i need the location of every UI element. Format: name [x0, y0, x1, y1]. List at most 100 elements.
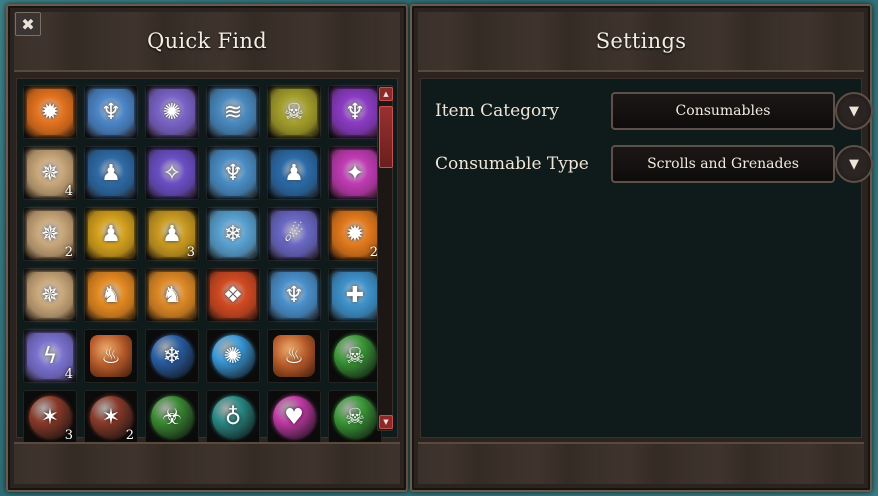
item-glyph: ♟	[101, 221, 121, 247]
item-slot[interactable]: ✹	[23, 85, 77, 139]
settings-footer	[418, 442, 864, 484]
item-slot[interactable]: ♆	[267, 268, 321, 322]
item-glyph: ♟	[284, 160, 304, 186]
close-icon: ✖	[21, 14, 35, 34]
item-glyph: ✵	[40, 160, 60, 186]
item-slot[interactable]: ❄	[206, 207, 260, 261]
item-glyph: ✺	[223, 343, 243, 369]
item-slot[interactable]: ✵ 2	[23, 207, 77, 261]
item-slot[interactable]: ✵ 4	[23, 146, 77, 200]
consumable-type-value: Scrolls and Grenades	[647, 156, 799, 172]
item-slot[interactable]: ✵	[23, 268, 77, 322]
item-slot[interactable]: ♨	[84, 329, 138, 383]
item-slot[interactable]: ♟	[84, 207, 138, 261]
settings-title: Settings	[595, 29, 687, 53]
item-slot[interactable]: ✚	[328, 268, 382, 322]
item-count: 2	[64, 245, 73, 260]
item-glyph: ✦	[345, 160, 365, 186]
item-slot[interactable]: ✺	[145, 85, 199, 139]
item-slot[interactable]: ♞	[84, 268, 138, 322]
item-slot[interactable]: ✶ 2	[84, 390, 138, 444]
item-slot[interactable]: ❖	[206, 268, 260, 322]
item-glyph: ❄	[223, 221, 243, 247]
item-slot[interactable]: ♟	[267, 146, 321, 200]
item-grid: ✹ ♆ ✺ ≋ ☠ ♆ ✵ 4 ♟ ✧ ♆ ♟ ✦ ✵ 2 ♟ ♟ 3 ❄ ☄ ✹ 2 ✵ ♞ ♞ ❖ ♆ ✚ ϟ 4 ♨ ❄ ✺ ♨ ☠ ✶ 3 ✶ 2 ☣…	[23, 85, 382, 444]
item-glyph: ♟	[162, 221, 182, 247]
item-slot[interactable]: ≋	[206, 85, 260, 139]
item-category-value: Consumables	[675, 103, 771, 119]
item-slot[interactable]: ☠	[267, 85, 321, 139]
settings-panel: Settings Item Category Consumables ▼ Con…	[410, 4, 873, 492]
item-slot[interactable]: ❄	[145, 329, 199, 383]
item-glyph: ☄	[284, 221, 304, 247]
item-glyph: ♨	[284, 343, 304, 369]
item-slot[interactable]: ♟ 3	[145, 207, 199, 261]
consumable-type-label: Consumable Type	[435, 154, 589, 174]
item-slot[interactable]: ✺	[206, 329, 260, 383]
water-flask-icon: ✺	[212, 335, 254, 377]
item-glyph: ϟ	[42, 343, 58, 369]
item-slot[interactable]: ✧	[145, 146, 199, 200]
item-slot[interactable]: ♁	[206, 390, 260, 444]
quick-find-header: Quick Find	[14, 12, 400, 72]
item-slot[interactable]: ✹ 2	[328, 207, 382, 261]
item-glyph: ✶	[101, 404, 121, 430]
close-button[interactable]: ✖	[15, 12, 41, 36]
item-glyph: ♨	[101, 343, 121, 369]
item-slot[interactable]: ♥	[267, 390, 321, 444]
item-category-chevron-down-icon[interactable]: ▼	[835, 92, 873, 130]
levitate-scroll-icon: ♆	[210, 150, 256, 196]
item-scrollbar[interactable]: ▲ ▼	[377, 85, 393, 431]
item-glyph: ☠	[345, 343, 365, 369]
item-slot[interactable]: ♨	[267, 329, 321, 383]
green-flask-icon: ☣	[151, 396, 193, 438]
scroll-up-arrow-icon[interactable]: ▲	[379, 87, 393, 101]
item-glyph: ✧	[162, 160, 182, 186]
blank-scroll-icon: ✵	[27, 272, 73, 318]
item-slot[interactable]: ϟ4	[23, 329, 77, 383]
item-glyph: ✹	[40, 99, 60, 125]
item-slot[interactable]: ☣	[145, 390, 199, 444]
fire-bottle-icon: ♨	[273, 335, 315, 377]
item-slot[interactable]: ♆	[84, 85, 138, 139]
item-slot[interactable]: ♆	[206, 146, 260, 200]
item-slot[interactable]: ☠	[328, 329, 382, 383]
item-glyph: ≋	[223, 99, 243, 125]
quick-find-footer	[14, 442, 400, 484]
ghost-scroll-icon: ☄	[271, 211, 317, 257]
item-slot[interactable]: ☄	[267, 207, 321, 261]
consumable-type-chevron-down-icon[interactable]: ▼	[835, 145, 873, 183]
item-slot[interactable]: ☠	[328, 390, 382, 444]
fall-scroll-icon: ✧	[149, 150, 195, 196]
item-glyph: ♆	[345, 99, 365, 125]
ward-scroll-icon: ♟	[271, 150, 317, 196]
item-slot[interactable]: ♆	[328, 85, 382, 139]
ice-scroll-icon: ❄	[210, 211, 256, 257]
item-glyph: ❖	[223, 282, 243, 308]
item-count: 3	[64, 428, 73, 443]
item-slot[interactable]: ✶ 3	[23, 390, 77, 444]
item-glyph: ✵	[40, 282, 60, 308]
settings-header: Settings	[418, 12, 864, 72]
item-category-dropdown[interactable]: Consumables	[611, 92, 835, 130]
item-glyph: ☠	[284, 99, 304, 125]
armor-scroll-icon: ❖	[210, 272, 256, 318]
item-slot[interactable]: ♟	[84, 146, 138, 200]
poison-flask-icon: ☠	[334, 335, 376, 377]
item-slot[interactable]: ♞	[145, 268, 199, 322]
item-glyph: ✚	[345, 282, 365, 308]
quick-find-body: ✹ ♆ ✺ ≋ ☠ ♆ ✵ 4 ♟ ✧ ♆ ♟ ✦ ✵ 2 ♟ ♟ 3 ❄ ☄ ✹ 2 ✵ ♞ ♞ ❖ ♆ ✚ ϟ 4 ♨ ❄ ✺ ♨ ☠ ✶ 3 ✶ 2 ☣…	[16, 78, 398, 444]
item-category-row: Item Category Consumables ▼	[435, 92, 873, 130]
item-glyph: ♆	[284, 282, 304, 308]
rain-scroll-icon: ≋	[210, 89, 256, 135]
consumable-type-dropdown[interactable]: Scrolls and Grenades	[611, 145, 835, 183]
item-count: 3	[186, 245, 195, 260]
quick-find-title: Quick Find	[147, 29, 267, 53]
air-scroll-icon: ♆	[88, 89, 134, 135]
item-glyph: ☠	[345, 404, 365, 430]
arcane-scroll-icon: ✺	[149, 89, 195, 135]
item-slot[interactable]: ✦	[328, 146, 382, 200]
item-glyph: ♁	[224, 404, 242, 430]
scroll-down-arrow-icon[interactable]: ▼	[379, 415, 393, 429]
scroll-thumb[interactable]	[379, 106, 393, 168]
